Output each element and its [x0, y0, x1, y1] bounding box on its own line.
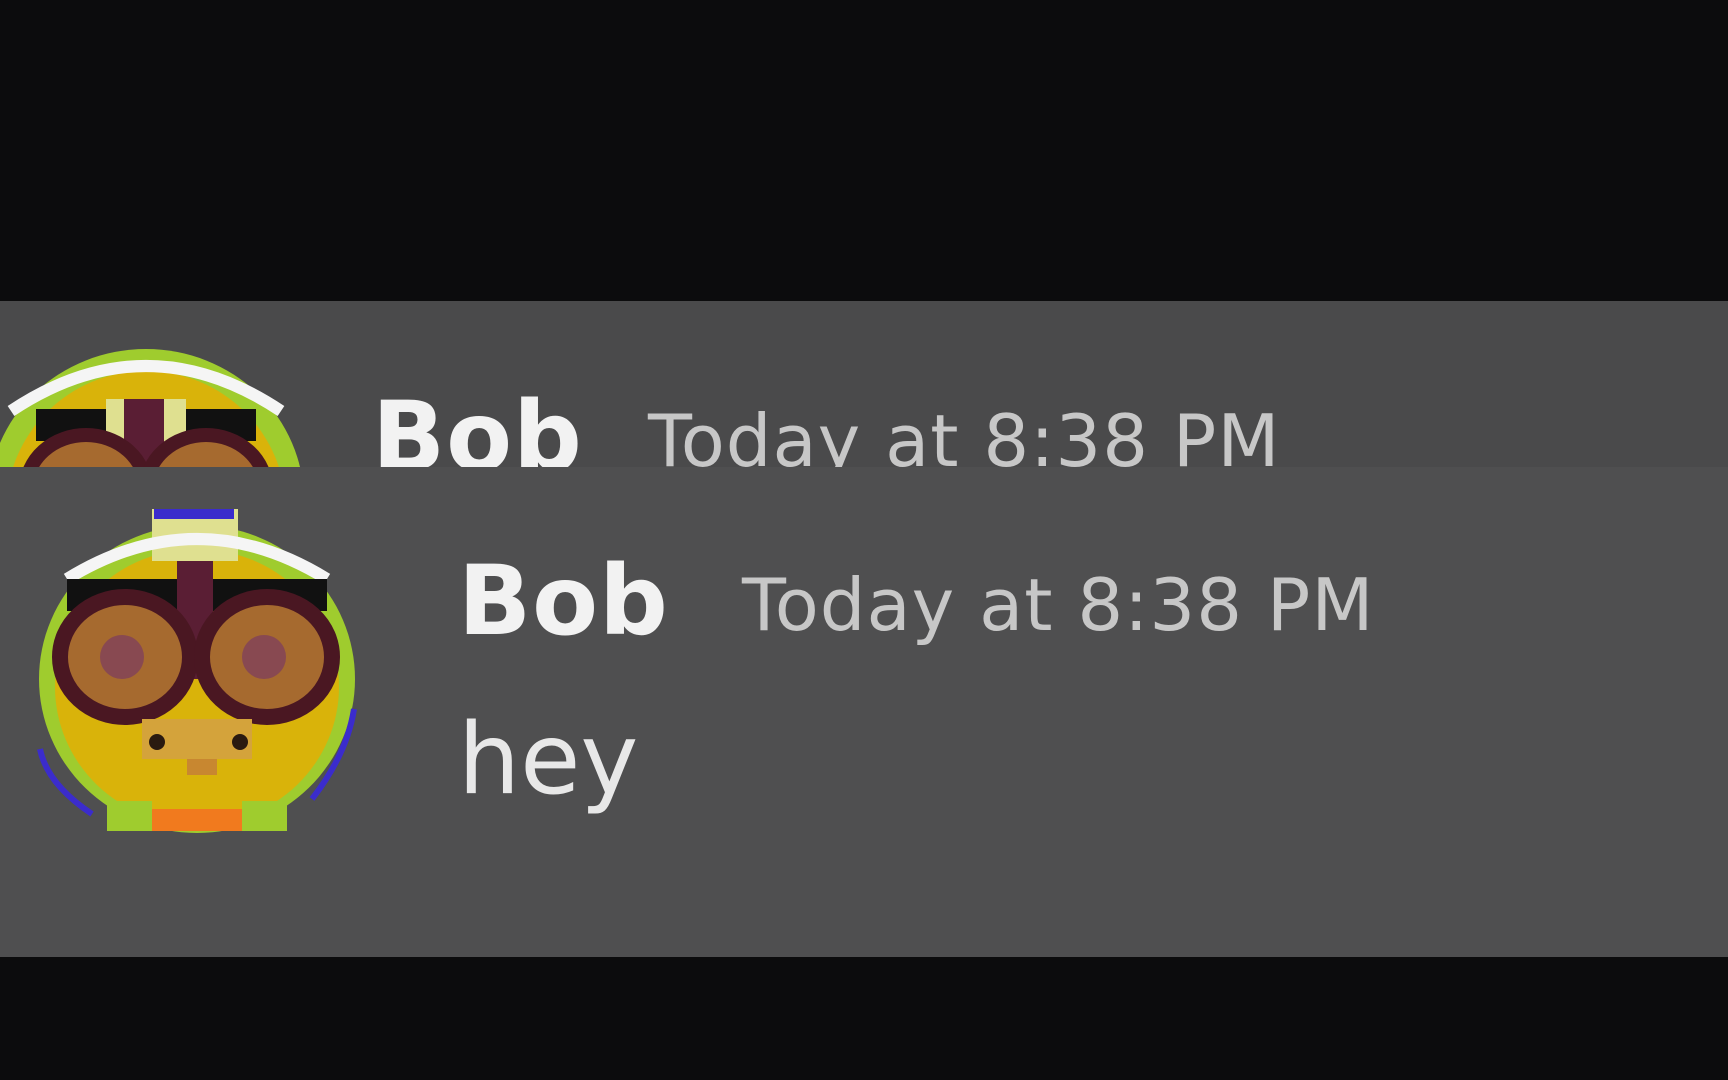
message-text: hey: [458, 703, 639, 817]
author-name[interactable]: Bob: [372, 381, 583, 467]
message-timestamp: Today at 8:38 PM: [648, 399, 1281, 467]
nerd-face-avatar-icon[interactable]: [22, 509, 372, 849]
message-timestamp: Today at 8:38 PM: [742, 563, 1375, 647]
author-name[interactable]: Bob: [458, 545, 669, 657]
message-preview-row[interactable]: Bob Today at 8:38 PM: [0, 301, 1728, 467]
chat-screen: Bob Today at 8:38 PM Bob Today at 8:38 P…: [0, 0, 1728, 1080]
message-row[interactable]: Bob Today at 8:38 PM hey: [0, 467, 1728, 957]
nerd-face-avatar-icon[interactable]: [0, 341, 316, 467]
